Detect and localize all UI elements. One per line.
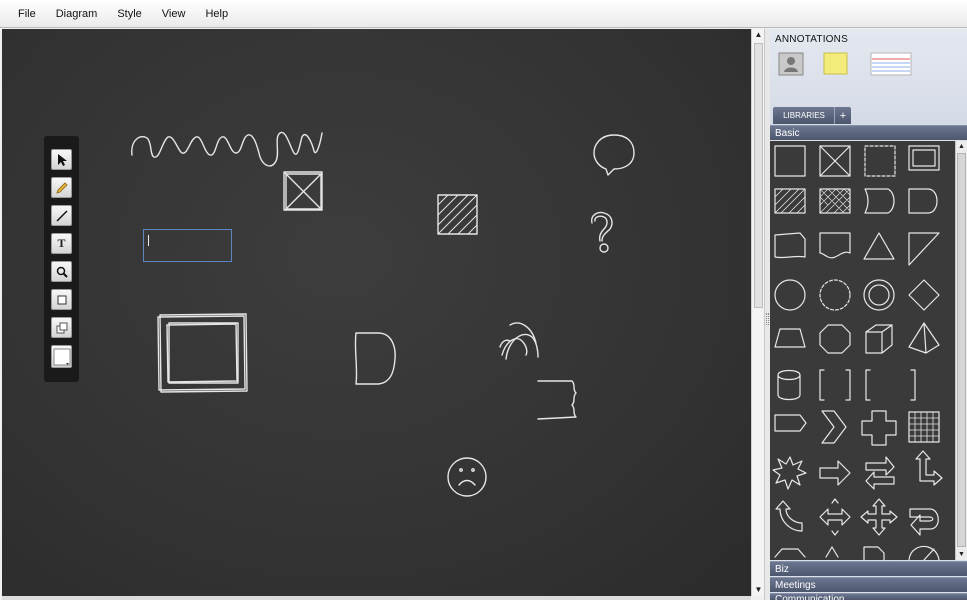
library-scroll-down[interactable]: ▼	[956, 549, 967, 560]
section-basic[interactable]: Basic	[770, 125, 967, 140]
pencil-tool[interactable]	[51, 177, 72, 198]
crossed-box[interactable]	[283, 171, 323, 211]
annotations-section: ANNOTATIONS LIBRARIES +	[770, 29, 967, 125]
circle-shape[interactable]	[774, 279, 806, 311]
rectangle-icon	[57, 295, 66, 304]
cylinder-shape[interactable]	[777, 369, 801, 401]
canvas-horizontal-scrollbar[interactable]	[2, 596, 751, 600]
duplicate-tool[interactable]	[51, 317, 72, 338]
color-picker[interactable]	[51, 345, 72, 368]
d-shape[interactable]	[354, 332, 396, 385]
user-card-icon[interactable]	[778, 52, 804, 79]
text-caret	[148, 235, 149, 246]
scroll-thumb[interactable]	[754, 43, 763, 308]
partial-page-shape[interactable]	[863, 546, 885, 560]
rectangle-tool[interactable]	[51, 289, 72, 310]
chevron-shape[interactable]	[821, 410, 847, 444]
partial-triangle-shape[interactable]	[825, 546, 839, 558]
menu-style[interactable]: Style	[107, 8, 151, 20]
drawing-canvas[interactable]: T	[2, 29, 751, 596]
section-meetings[interactable]: Meetings	[770, 577, 967, 592]
swap-arrows-shape[interactable]	[865, 456, 895, 490]
text-edit-box[interactable]	[143, 229, 232, 262]
color-swatch-icon	[53, 348, 70, 365]
line-icon	[55, 209, 68, 222]
hatched-rect-shape[interactable]	[774, 188, 806, 214]
lined-card-icon[interactable]	[870, 52, 912, 79]
menu-bar: File Diagram Style View Help	[0, 0, 967, 28]
duplicate-icon	[56, 322, 67, 333]
partial-pie-shape[interactable]	[908, 545, 940, 560]
line-tool[interactable]	[51, 205, 72, 226]
grid-square-shape[interactable]	[908, 411, 940, 443]
splitter-grip[interactable]	[766, 313, 769, 325]
left-bracket-shape[interactable]	[865, 369, 871, 401]
square-shape[interactable]	[774, 145, 806, 177]
cross-shape[interactable]	[861, 410, 897, 446]
crossed-square-shape[interactable]	[819, 145, 851, 177]
octagon-shape[interactable]	[819, 324, 851, 354]
cube-shape[interactable]	[865, 324, 893, 354]
magnifier-icon	[56, 266, 68, 278]
rounded-bracket-box-shape[interactable]	[819, 369, 851, 401]
dashed-square-shape[interactable]	[864, 145, 896, 177]
pointer-icon	[57, 153, 67, 166]
text-tool-glyph: T	[57, 236, 66, 250]
text-tool[interactable]: T	[51, 233, 72, 254]
two-way-arrow-shape[interactable]	[819, 498, 851, 536]
tab-shape[interactable]	[864, 188, 895, 214]
u-turn-arrow-shape[interactable]	[909, 508, 939, 536]
sticky-note-icon[interactable]	[823, 52, 849, 79]
basic-shapes-grid	[770, 141, 955, 560]
basic-shapes-drawing	[772, 145, 943, 560]
question-mark[interactable]	[590, 211, 613, 253]
hatched-square[interactable]	[437, 194, 478, 235]
annotations-title: ANNOTATIONS	[775, 34, 848, 45]
squiggle-line[interactable]	[131, 131, 323, 167]
partial-hexagon-shape[interactable]	[774, 548, 806, 558]
double-frame[interactable]	[157, 313, 248, 393]
curved-up-arrow-shape[interactable]	[775, 500, 803, 532]
tag-shape[interactable]	[774, 414, 807, 432]
right-triangle-shape[interactable]	[908, 232, 940, 266]
signal-arcs[interactable]	[499, 322, 539, 360]
dashed-circle-shape[interactable]	[819, 279, 851, 311]
sad-face[interactable]	[447, 457, 487, 497]
section-biz[interactable]: Biz	[770, 561, 967, 576]
drawing-toolbar: T	[44, 136, 79, 382]
canvas-drawing	[131, 131, 635, 497]
library-scroll-up[interactable]: ▲	[956, 141, 967, 152]
menu-help[interactable]: Help	[195, 8, 238, 20]
section-communication[interactable]: Communication	[770, 593, 967, 600]
libraries-tab[interactable]: LIBRARIES	[773, 107, 835, 124]
menu-file[interactable]: File	[8, 8, 46, 20]
pyramid-shape[interactable]	[908, 322, 940, 354]
crosshatched-rect-shape[interactable]	[819, 188, 851, 214]
pointer-tool[interactable]	[51, 149, 72, 170]
canvas-vertical-scrollbar[interactable]: ▲ ▼	[751, 29, 764, 596]
diamond-shape[interactable]	[908, 279, 940, 311]
side-panel: ANNOTATIONS LIBRARIES + Basic ▲ ▼ Biz Me…	[770, 29, 967, 600]
menu-diagram[interactable]: Diagram	[46, 8, 108, 20]
pencil-icon	[55, 181, 68, 194]
wave-top-rect-shape[interactable]	[774, 232, 806, 259]
trapezoid-shape[interactable]	[774, 328, 806, 348]
library-scrollbar[interactable]: ▲ ▼	[955, 141, 967, 560]
triangle-shape[interactable]	[863, 232, 895, 260]
zoom-tool[interactable]	[51, 261, 72, 282]
starburst-shape[interactable]	[772, 456, 807, 490]
d-shape-basic[interactable]	[908, 188, 938, 214]
menu-view[interactable]: View	[152, 8, 196, 20]
up-right-turn-arrow-shape[interactable]	[915, 450, 943, 486]
wave-bottom-rect-shape[interactable]	[819, 232, 851, 259]
add-library-button[interactable]: +	[834, 107, 851, 124]
right-arrow-shape[interactable]	[819, 460, 851, 486]
library-scroll-thumb[interactable]	[957, 153, 966, 547]
jagged-edge-box[interactable]	[537, 380, 577, 420]
speech-bubble[interactable]	[593, 134, 635, 176]
four-way-arrow-shape[interactable]	[860, 498, 898, 536]
double-square-shape[interactable]	[908, 145, 940, 171]
right-bracket-shape[interactable]	[910, 369, 916, 401]
ring-shape[interactable]	[863, 279, 895, 311]
